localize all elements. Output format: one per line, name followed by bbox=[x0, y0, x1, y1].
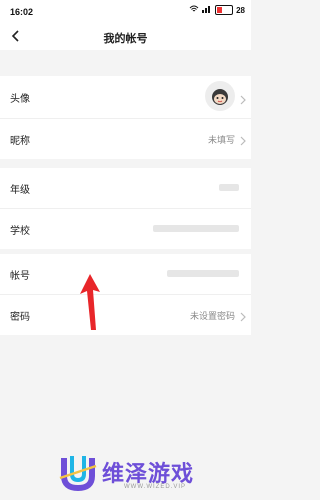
profile-card: 头像 昵称 未填写 bbox=[0, 76, 251, 159]
watermark: 维泽游戏 WWW.WIZED.VIP bbox=[58, 452, 248, 496]
chevron-right-icon bbox=[240, 309, 246, 322]
row-label: 年级 bbox=[10, 185, 30, 196]
row-label: 学校 bbox=[10, 226, 30, 237]
battery-level: 28 bbox=[236, 5, 245, 15]
wized-logo-icon bbox=[58, 452, 98, 492]
row-account[interactable]: 帐号 bbox=[0, 254, 251, 295]
school-card: 年级 学校 bbox=[0, 168, 251, 249]
status-time: 16:02 bbox=[10, 7, 34, 17]
row-label: 密码 bbox=[10, 312, 30, 323]
nickname-value: 未填写 bbox=[207, 135, 235, 145]
school-value-redacted bbox=[153, 225, 239, 232]
row-label: 昵称 bbox=[10, 136, 30, 147]
row-label: 头像 bbox=[10, 94, 30, 105]
row-avatar[interactable]: 头像 bbox=[0, 76, 251, 119]
row-grade[interactable]: 年级 bbox=[0, 168, 251, 209]
wifi-icon bbox=[189, 5, 199, 15]
row-nickname[interactable]: 昵称 未填写 bbox=[0, 119, 251, 159]
password-value: 未设置密码 bbox=[189, 311, 235, 321]
annotation-arrow-icon bbox=[74, 272, 104, 332]
account-value-redacted bbox=[167, 270, 239, 277]
chevron-right-icon bbox=[240, 92, 246, 105]
row-school[interactable]: 学校 bbox=[0, 209, 251, 249]
avatar[interactable] bbox=[205, 81, 235, 111]
row-label: 帐号 bbox=[10, 271, 30, 282]
status-bar: 16:02 28 bbox=[0, 0, 251, 24]
status-icons: 28 bbox=[189, 5, 245, 15]
battery-icon bbox=[215, 5, 234, 15]
account-card: 帐号 密码 未设置密码 bbox=[0, 254, 251, 335]
signal-icon bbox=[202, 5, 212, 15]
grade-value-redacted bbox=[219, 184, 239, 191]
row-password[interactable]: 密码 未设置密码 bbox=[0, 295, 251, 335]
page-title: 我的帐号 bbox=[103, 33, 148, 45]
chevron-right-icon bbox=[240, 133, 246, 146]
watermark-subtitle: WWW.WIZED.VIP bbox=[124, 484, 186, 490]
nav-bar: 我的帐号 bbox=[0, 24, 251, 50]
